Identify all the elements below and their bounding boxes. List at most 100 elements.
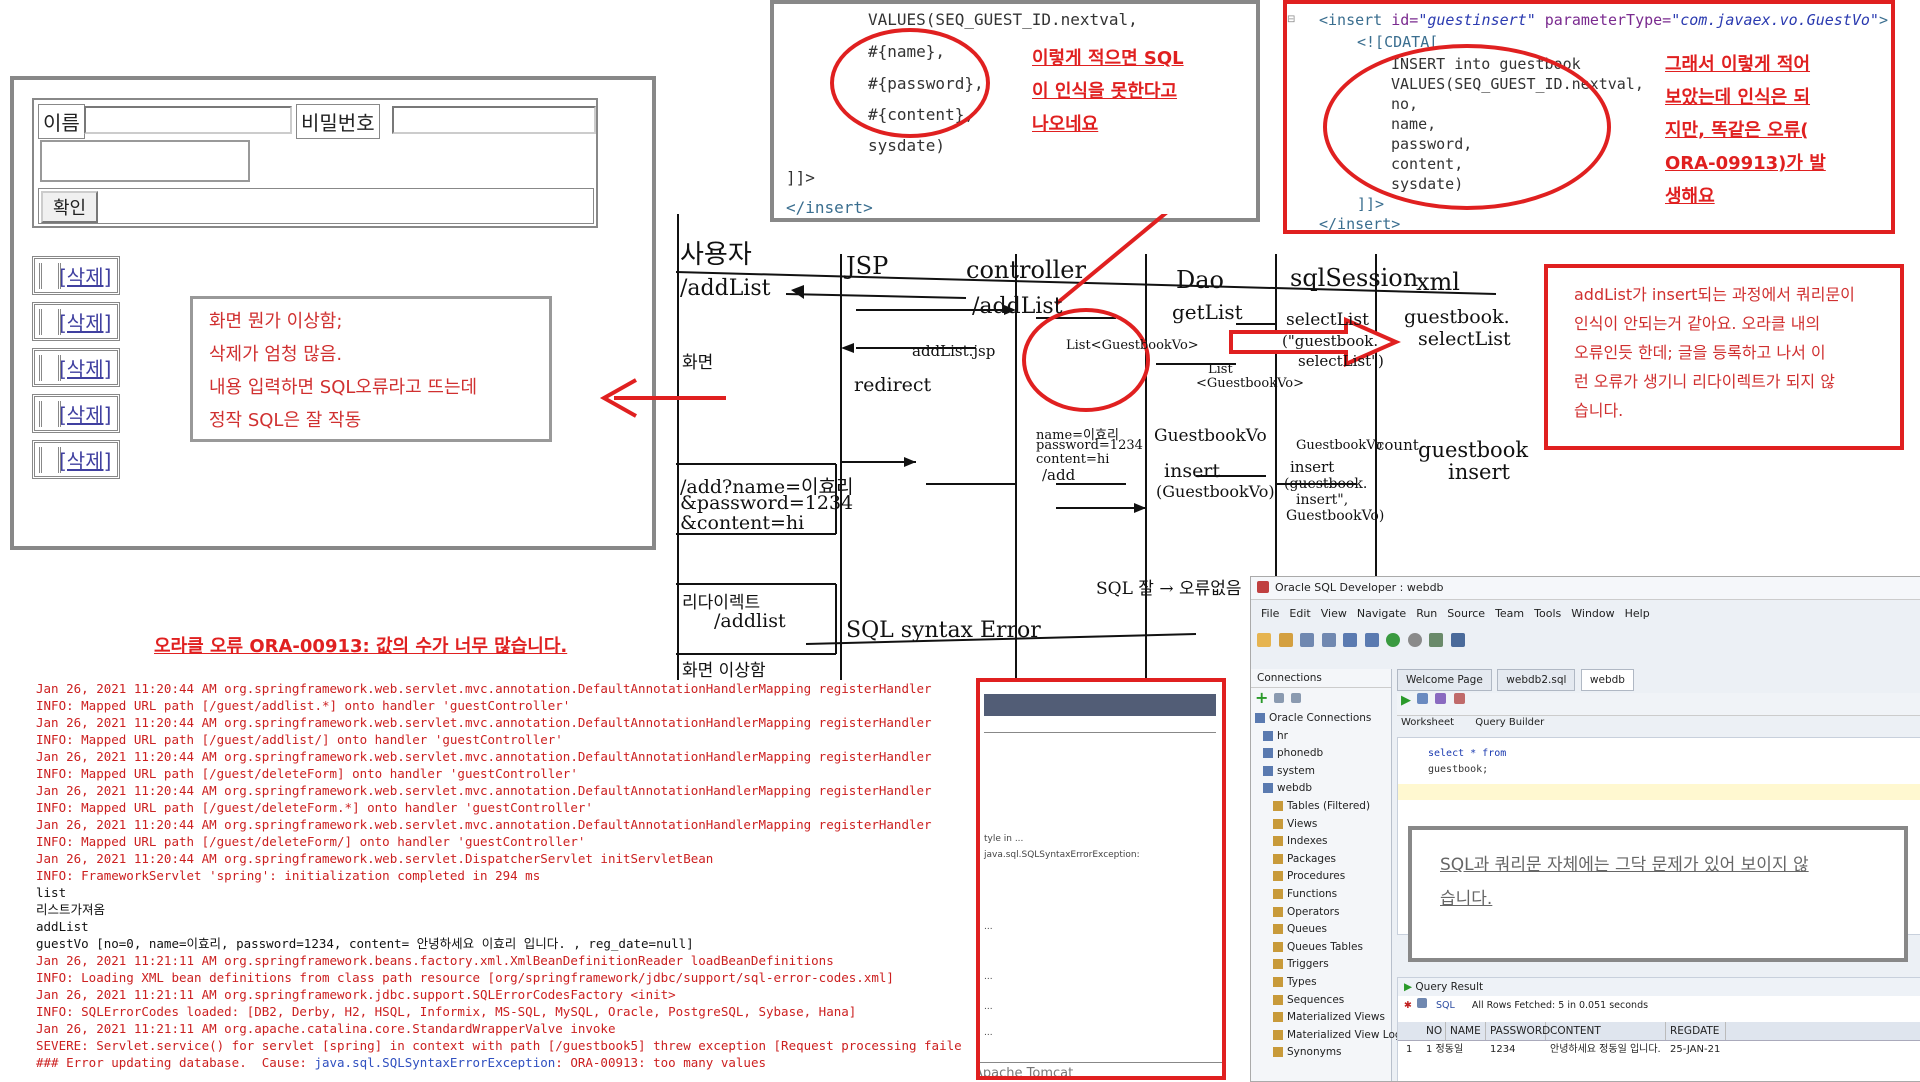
title-bar: Oracle SQL Developer : webdb <box>1251 577 1920 600</box>
actor-label: sqlSession <box>1290 264 1419 292</box>
tree-item[interactable]: Packages <box>1255 851 1391 869</box>
refresh-icon[interactable] <box>1273 693 1284 703</box>
tree-item[interactable]: Oracle Connections <box>1255 710 1391 728</box>
footer-text: Apache Tomcat <box>976 1066 1074 1080</box>
error-line: ... <box>984 1028 993 1038</box>
menu-item-navigate[interactable]: Navigate <box>1357 607 1406 620</box>
tree-item[interactable]: hr <box>1255 728 1391 746</box>
save-all-icon[interactable] <box>1321 633 1336 647</box>
folder-icon <box>1273 818 1283 829</box>
tree-item[interactable]: Types <box>1255 974 1391 992</box>
screen-note-box: 화면 뭔가 이상함; 삭제가 엄청 많음. 내용 입력하면 SQL오류라고 뜨는… <box>190 296 552 442</box>
tree-item[interactable]: Indexes <box>1255 833 1391 851</box>
divider <box>980 1062 1222 1063</box>
tree-item[interactable]: Tables (Filtered) <box>1255 798 1391 816</box>
folder-icon <box>1273 800 1283 811</box>
row-marker-icon <box>39 447 61 473</box>
tree-item[interactable]: Synonyms <box>1255 1044 1391 1062</box>
open-icon[interactable] <box>1278 633 1293 647</box>
column-header[interactable]: PASSWORD <box>1486 1022 1550 1040</box>
delete-button[interactable]: [삭제] <box>32 394 121 433</box>
new-icon[interactable] <box>1257 633 1271 647</box>
run-script-icon[interactable] <box>1416 693 1428 704</box>
addlist-note-box: addList가 insert되는 과정에서 쿼리문이 인식이 안되는거 같아요… <box>1544 264 1904 450</box>
confirm-row: 확인 <box>38 188 594 224</box>
sketch-label: SQL syntax Error <box>846 618 1041 643</box>
sketch-label: /addlist <box>714 610 786 632</box>
export-icon[interactable] <box>1417 998 1427 1008</box>
connections-icon <box>1255 713 1265 723</box>
note-line: 런 오류가 생기니 리다이렉트가 되지 않 <box>1574 372 1835 391</box>
note-line: 오류인듯 한데; 글을 등록하고 나서 이 <box>1574 343 1826 362</box>
filter-icon[interactable] <box>1291 693 1302 703</box>
password-input[interactable] <box>392 106 596 134</box>
delete-button[interactable]: [삭제] <box>32 348 121 387</box>
debug-icon[interactable] <box>1429 633 1443 647</box>
column-header[interactable]: CONTENT <box>1546 1022 1666 1040</box>
menu-item-view[interactable]: View <box>1321 607 1347 620</box>
sql-link[interactable]: SQL <box>1436 1000 1455 1011</box>
tab-welcome[interactable]: Welcome Page <box>1397 669 1492 691</box>
redo-icon[interactable] <box>1364 633 1379 647</box>
column-header[interactable]: NO <box>1422 1022 1446 1040</box>
collapse-icon[interactable]: ⊟ <box>1287 14 1295 25</box>
delete-button[interactable]: [삭제] <box>32 302 121 341</box>
table-row[interactable]: 11 정동일 1234 안녕하세요 정동일 입니다. 25-JAN-21 <box>1398 1041 1920 1059</box>
tree-item[interactable]: phonedb <box>1255 745 1391 763</box>
tree-item[interactable]: system <box>1255 763 1391 781</box>
back-icon[interactable] <box>1386 633 1400 647</box>
tab-query-builder[interactable]: Query Builder <box>1475 717 1544 728</box>
add-connection-icon[interactable]: + <box>1255 688 1268 707</box>
query-result-tab[interactable]: ▶ Query Result <box>1398 978 1920 996</box>
pin-icon[interactable]: ✱ <box>1404 1000 1412 1011</box>
menu-item-edit[interactable]: Edit <box>1289 607 1310 620</box>
connect-icon[interactable] <box>1450 633 1465 647</box>
tree-item[interactable]: Procedures <box>1255 868 1391 886</box>
name-label: 이름 <box>38 104 85 139</box>
run-statement-icon[interactable]: ▶ <box>1401 693 1411 708</box>
tree-item[interactable]: webdb <box>1255 780 1391 798</box>
tree-item[interactable]: Materialized View Logs <box>1255 1027 1407 1045</box>
menu-item-source[interactable]: Source <box>1447 607 1485 620</box>
rollback-icon[interactable] <box>1453 693 1465 704</box>
name-input[interactable] <box>84 106 292 134</box>
delete-button[interactable]: [삭제] <box>32 440 121 479</box>
tree-item[interactable]: Functions <box>1255 886 1391 904</box>
tree-item[interactable]: Operators <box>1255 904 1391 922</box>
sql-editor[interactable]: select * from guestbook; SQL과 쿼리문 자체에는 그… <box>1397 737 1920 962</box>
commit-icon[interactable] <box>1435 693 1446 704</box>
folder-icon <box>1273 853 1283 864</box>
row-marker-icon <box>39 309 61 335</box>
menu-item-file[interactable]: File <box>1261 607 1279 620</box>
forward-icon[interactable] <box>1407 633 1422 647</box>
browser-error-box: tyle in ... java.sql.SQLSyntaxErrorExcep… <box>976 678 1226 1080</box>
tree-item[interactable]: Sequences <box>1255 992 1391 1010</box>
tab-worksheet[interactable]: Worksheet <box>1401 717 1454 728</box>
tree-item[interactable]: Materialized Views <box>1255 1009 1391 1027</box>
delete-button[interactable]: [삭제] <box>32 256 121 295</box>
log-line: list <box>36 885 67 900</box>
tree-item[interactable]: Queues <box>1255 921 1391 939</box>
menu-item-window[interactable]: Window <box>1571 607 1614 620</box>
tree-item[interactable]: Triggers <box>1255 956 1391 974</box>
menu-item-team[interactable]: Team <box>1495 607 1524 620</box>
sketch-label: GuestbookVo <box>1296 438 1383 453</box>
content-textarea[interactable] <box>40 140 250 182</box>
tree-item[interactable]: Queues Tables <box>1255 939 1391 957</box>
column-header[interactable]: REGDATE <box>1666 1022 1726 1040</box>
menu-item-help[interactable]: Help <box>1625 607 1650 620</box>
log-line: ### Error updating database. Cause: java… <box>36 1055 766 1070</box>
note-line: addList가 insert되는 과정에서 쿼리문이 <box>1574 285 1855 304</box>
menu-item-tools[interactable]: Tools <box>1534 607 1561 620</box>
confirm-button[interactable]: 확인 <box>41 191 99 223</box>
column-header[interactable]: NAME <box>1446 1022 1486 1040</box>
sketch-label: password=1234 <box>1036 438 1143 453</box>
tree-item[interactable]: Views <box>1255 816 1391 834</box>
tab-webdb2-sql[interactable]: webdb2.sql <box>1497 669 1576 691</box>
undo-icon[interactable] <box>1343 633 1357 647</box>
oracle-error-title: 오라클 오류 ORA-00913: 값의 수가 너무 많습니다. <box>154 636 568 657</box>
tab-webdb[interactable]: webdb <box>1580 669 1634 691</box>
note-line: 정작 SQL은 잘 작동 <box>209 410 362 431</box>
menu-item-run[interactable]: Run <box>1416 607 1437 620</box>
save-icon[interactable] <box>1300 633 1314 647</box>
